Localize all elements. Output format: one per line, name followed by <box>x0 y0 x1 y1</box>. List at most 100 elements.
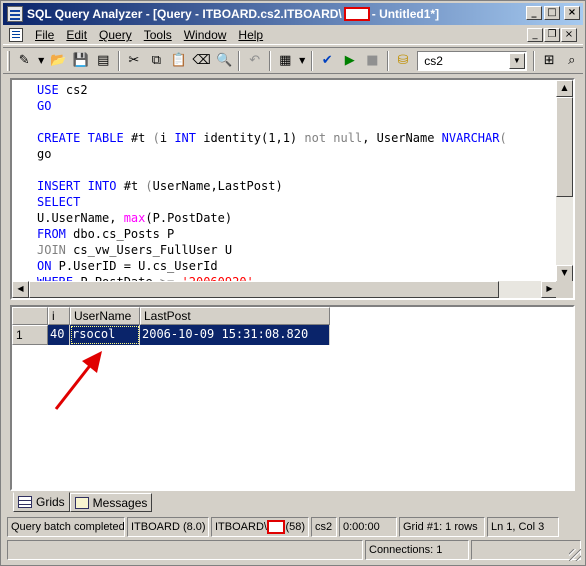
code-line[interactable]: ON P.UserID = U.cs_UserId <box>37 258 557 274</box>
cell-username[interactable]: rsocol <box>70 325 140 345</box>
code-token: #t <box>123 131 153 145</box>
code-token: (P.PostDate) <box>145 211 233 225</box>
code-line[interactable] <box>37 114 557 130</box>
tab-messages[interactable]: Messages <box>69 493 153 512</box>
window-title-prefix: SQL Query Analyzer - [Query - ITBOARD.cs… <box>27 7 342 21</box>
code-token: USE <box>37 83 59 97</box>
menu-file[interactable]: File <box>29 28 60 42</box>
database-select-value: cs2 <box>424 53 443 68</box>
editor-vertical-scrollbar[interactable]: ▲ ▼ <box>556 80 573 282</box>
code-token: #t <box>116 179 146 193</box>
menu-query[interactable]: Query <box>93 28 138 42</box>
status-position: Ln 1, Col 3 <box>487 517 559 537</box>
menu-file-label: File <box>35 28 55 42</box>
save-icon[interactable]: 💾 <box>71 51 90 71</box>
status-user: ITBOARD\ (58) <box>211 517 309 537</box>
find-icon[interactable]: 🔍 <box>215 51 234 71</box>
window-title-suffix: - Untitled1*] <box>371 7 440 21</box>
resize-grip[interactable] <box>569 549 581 561</box>
menu-edit[interactable]: Edit <box>60 28 93 42</box>
undo-icon[interactable]: ↶ <box>245 51 264 71</box>
code-line[interactable]: U.UserName, max(P.PostDate) <box>37 210 557 226</box>
scroll-down-icon[interactable]: ▼ <box>556 265 573 282</box>
code-token: cs2 <box>58 83 88 97</box>
toolbar-separator <box>310 50 313 71</box>
menu-tools[interactable]: Tools <box>138 28 178 42</box>
menu-window-label: Window <box>183 28 227 42</box>
menu-window[interactable]: Window <box>178 28 233 42</box>
toolbar-separator <box>238 50 241 71</box>
horizontal-scroll-thumb[interactable] <box>29 281 499 298</box>
code-line[interactable]: CREATE TABLE #t (i INT identity(1,1) not… <box>37 130 557 146</box>
close-button[interactable]: × <box>564 6 580 20</box>
messages-icon <box>74 496 89 509</box>
editor-horizontal-scrollbar[interactable]: ◀ ▶ <box>12 281 558 298</box>
result-tabs: Grids Messages <box>13 492 153 513</box>
code-line[interactable]: USE cs2 <box>37 82 557 98</box>
tab-grids[interactable]: Grids <box>13 492 70 512</box>
cut-icon[interactable]: ✂ <box>125 51 144 71</box>
parse-icon[interactable]: ✔ <box>318 51 337 71</box>
code-line[interactable]: JOIN cs_vw_Users_FullUser U <box>37 242 557 258</box>
code-line[interactable]: go <box>37 146 557 162</box>
column-header-lastpost[interactable]: LastPost <box>140 307 330 325</box>
results-grid-pane[interactable]: i UserName LastPost 1 40 rsocol 2006-10-… <box>10 305 575 491</box>
chevron-down-icon[interactable]: ▼ <box>508 52 525 69</box>
annotation-arrow <box>54 351 102 410</box>
row-header[interactable]: 1 <box>12 325 48 345</box>
toolbar-separator <box>532 50 535 71</box>
query-editor[interactable]: USE cs2 GO CREATE TABLE #t (i INT identit… <box>10 78 575 300</box>
new-dropdown-icon[interactable]: ▼ <box>37 51 44 71</box>
vertical-scroll-thumb[interactable] <box>556 97 573 197</box>
child-restore-button[interactable]: ❐ <box>544 28 560 42</box>
paste-icon[interactable]: 📋 <box>170 51 189 71</box>
maximize-button[interactable]: □ <box>544 6 560 20</box>
code-token: INSERT <box>37 179 81 193</box>
query-analyzer-icon[interactable] <box>7 6 23 22</box>
menu-help[interactable]: Help <box>232 28 269 42</box>
status-server: ITBOARD (8.0) <box>127 517 209 537</box>
database-select[interactable]: cs2 ▼ <box>417 50 527 71</box>
column-header-username[interactable]: UserName <box>70 307 140 325</box>
minimize-button[interactable]: _ <box>526 6 542 20</box>
query-text[interactable]: USE cs2 GO CREATE TABLE #t (i INT identit… <box>37 82 557 282</box>
code-token: ( <box>499 131 507 145</box>
document-icon[interactable] <box>9 28 23 42</box>
code-token: identity <box>203 131 262 145</box>
child-close-button[interactable]: × <box>561 28 577 42</box>
status-grid-info: Grid #1: 1 rows <box>399 517 485 537</box>
column-header-i[interactable]: i <box>48 307 70 325</box>
scroll-up-icon[interactable]: ▲ <box>556 80 573 97</box>
object-search-icon[interactable]: ⌕ <box>562 51 581 71</box>
cell-lastpost[interactable]: 2006-10-09 15:31:08.820 <box>140 325 330 345</box>
new-query-icon[interactable]: ✎ <box>15 51 34 71</box>
title-bar[interactable]: SQL Query Analyzer - [Query - ITBOARD.cs… <box>3 3 583 25</box>
open-icon[interactable]: 📂 <box>49 51 68 71</box>
scroll-left-icon[interactable]: ◀ <box>12 281 29 298</box>
redaction-box <box>343 7 370 21</box>
results-mode-dropdown-icon[interactable]: ▼ <box>299 51 306 71</box>
toolbar-separator <box>117 50 120 71</box>
load-script-icon[interactable]: ▤ <box>94 51 113 71</box>
object-browser-icon[interactable]: ⊞ <box>540 51 559 71</box>
code-token: dbo.cs_Posts P <box>65 227 175 241</box>
grid-icon <box>18 496 32 508</box>
cell-i[interactable]: 40 <box>48 325 70 345</box>
cancel-icon[interactable]: ■ <box>363 51 382 71</box>
tab-messages-label: Messages <box>92 495 148 510</box>
child-minimize-button[interactable]: _ <box>527 28 543 42</box>
clear-window-icon[interactable]: ⌫ <box>192 51 211 71</box>
code-token: JOIN <box>37 243 66 257</box>
code-line[interactable]: SELECT <box>37 194 557 210</box>
status-bar: Query batch completed ITBOARD (8.0) ITBO… <box>7 517 581 537</box>
toolbar-grip[interactable] <box>7 50 10 71</box>
code-token: FROM <box>37 227 66 241</box>
execute-icon[interactable]: ▶ <box>341 51 360 71</box>
code-line[interactable]: GO <box>37 98 557 114</box>
copy-icon[interactable]: ⧉ <box>147 51 166 71</box>
status-connections: Connections: 1 <box>365 540 469 560</box>
code-line[interactable]: FROM dbo.cs_Posts P <box>37 226 557 242</box>
results-mode-icon[interactable]: ▦ <box>276 51 295 71</box>
code-line[interactable]: INSERT INTO #t (UserName,LastPost) <box>37 178 557 194</box>
code-line[interactable] <box>37 162 557 178</box>
